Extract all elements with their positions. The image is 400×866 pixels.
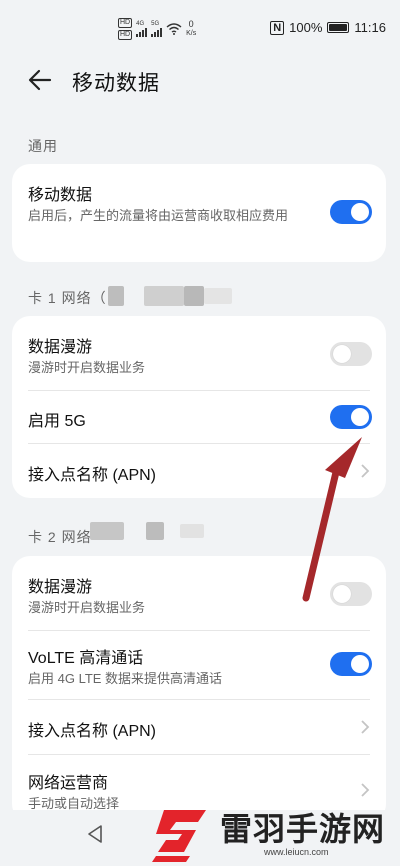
section-label-general: 通用 bbox=[28, 138, 58, 154]
watermark-text: 雷羽手游网 bbox=[220, 810, 386, 848]
redacted-block bbox=[180, 524, 204, 538]
nfc-icon: N bbox=[270, 20, 285, 35]
section-label-sim1: 卡 1 网络（ bbox=[28, 290, 107, 306]
battery-percent: 100% bbox=[289, 20, 323, 35]
sim2-card: 数据漫游 漫游时开启数据业务 VoLTE 高清通话 启用 4G LTE 数据来提… bbox=[12, 556, 386, 822]
sim2-apn-title: 接入点名称 (APN) bbox=[28, 723, 157, 740]
watermark-url: www.leiucn.com bbox=[264, 847, 329, 857]
sim1-data-roaming-subtitle: 漫游时开启数据业务 bbox=[28, 360, 146, 375]
net-speed: 0 K/s bbox=[186, 20, 196, 38]
redacted-block bbox=[108, 286, 124, 306]
battery-icon bbox=[327, 22, 350, 33]
clock: 11:16 bbox=[354, 20, 386, 35]
toggle-knob bbox=[351, 203, 369, 221]
sim2-data-roaming-toggle[interactable] bbox=[330, 582, 372, 606]
sim1-data-roaming-title: 数据漫游 bbox=[28, 339, 93, 356]
sim1-data-roaming-row[interactable]: 数据漫游 漫游时开启数据业务 bbox=[12, 316, 386, 390]
hd-badge-2: HD bbox=[118, 30, 133, 40]
sim2-data-roaming-row[interactable]: 数据漫游 漫游时开启数据业务 bbox=[12, 556, 386, 630]
volte-title: VoLTE 高清通话 bbox=[28, 650, 144, 667]
redacted-block bbox=[184, 286, 204, 306]
redacted-block bbox=[90, 522, 124, 540]
sim2-apn-row[interactable]: 接入点名称 (APN) bbox=[12, 700, 386, 754]
net-speed-unit: K/s bbox=[186, 30, 197, 37]
status-bar: HD HD 4G 5G 0 K/s N 100% 11:16 bbox=[0, 0, 400, 58]
mobile-data-row[interactable]: 移动数据 启用后，产生的流量将由运营商收取相应费用 bbox=[12, 164, 386, 262]
signal-bars-1-icon bbox=[136, 27, 148, 37]
toggle-knob bbox=[333, 345, 351, 363]
redacted-block bbox=[146, 522, 164, 540]
signal-1: 4G bbox=[136, 21, 148, 37]
chevron-right-icon bbox=[361, 783, 370, 797]
wifi-icon bbox=[166, 23, 182, 35]
back-arrow-icon[interactable] bbox=[26, 66, 54, 94]
chevron-right-icon bbox=[361, 720, 370, 734]
nav-back-triangle-icon[interactable] bbox=[86, 824, 104, 844]
volte-row[interactable]: VoLTE 高清通话 启用 4G LTE 数据来提供高清通话 bbox=[12, 631, 386, 699]
hd-badges: HD HD bbox=[118, 18, 133, 40]
sim1-card: 数据漫游 漫游时开启数据业务 启用 5G 接入点名称 (APN) bbox=[12, 316, 386, 498]
chevron-right-icon bbox=[361, 464, 370, 478]
volte-toggle[interactable] bbox=[330, 652, 372, 676]
redacted-block bbox=[144, 286, 184, 306]
toggle-knob bbox=[351, 408, 369, 426]
watermark-logo-icon bbox=[152, 810, 206, 862]
sim2-data-roaming-subtitle: 漫游时开启数据业务 bbox=[28, 600, 146, 615]
signal-2: 5G bbox=[151, 21, 163, 37]
general-card: 移动数据 启用后，产生的流量将由运营商收取相应费用 bbox=[12, 164, 386, 262]
signal-bars-2-icon bbox=[151, 27, 163, 37]
mobile-data-toggle[interactable] bbox=[330, 200, 372, 224]
enable-5g-title: 启用 5G bbox=[28, 413, 86, 430]
app-header: 移动数据 bbox=[0, 58, 400, 104]
volte-subtitle: 启用 4G LTE 数据来提供高清通话 bbox=[28, 671, 223, 686]
mobile-data-subtitle: 启用后，产生的流量将由运营商收取相应费用 bbox=[28, 208, 289, 223]
mobile-data-title: 移动数据 bbox=[28, 187, 93, 204]
section-label-sim2: 卡 2 网络 bbox=[28, 529, 92, 545]
redacted-block bbox=[204, 288, 232, 304]
toggle-knob bbox=[333, 585, 351, 603]
sim2-data-roaming-title: 数据漫游 bbox=[28, 579, 93, 596]
sim1-apn-title: 接入点名称 (APN) bbox=[28, 467, 157, 484]
net-speed-value: 0 bbox=[188, 19, 194, 29]
page-title: 移动数据 bbox=[72, 72, 160, 95]
enable-5g-row[interactable]: 启用 5G bbox=[12, 391, 386, 443]
status-left: HD HD 4G 5G 0 K/s bbox=[118, 18, 196, 40]
carrier-title: 网络运营商 bbox=[28, 775, 109, 792]
toggle-knob bbox=[351, 655, 369, 673]
status-right: N 100% 11:16 bbox=[270, 20, 386, 35]
enable-5g-toggle[interactable] bbox=[330, 405, 372, 429]
hd-badge-1: HD bbox=[118, 18, 133, 28]
sim1-apn-row[interactable]: 接入点名称 (APN) bbox=[12, 444, 386, 498]
sim1-data-roaming-toggle[interactable] bbox=[330, 342, 372, 366]
watermark: 雷羽手游网 www.leiucn.com bbox=[146, 798, 396, 864]
